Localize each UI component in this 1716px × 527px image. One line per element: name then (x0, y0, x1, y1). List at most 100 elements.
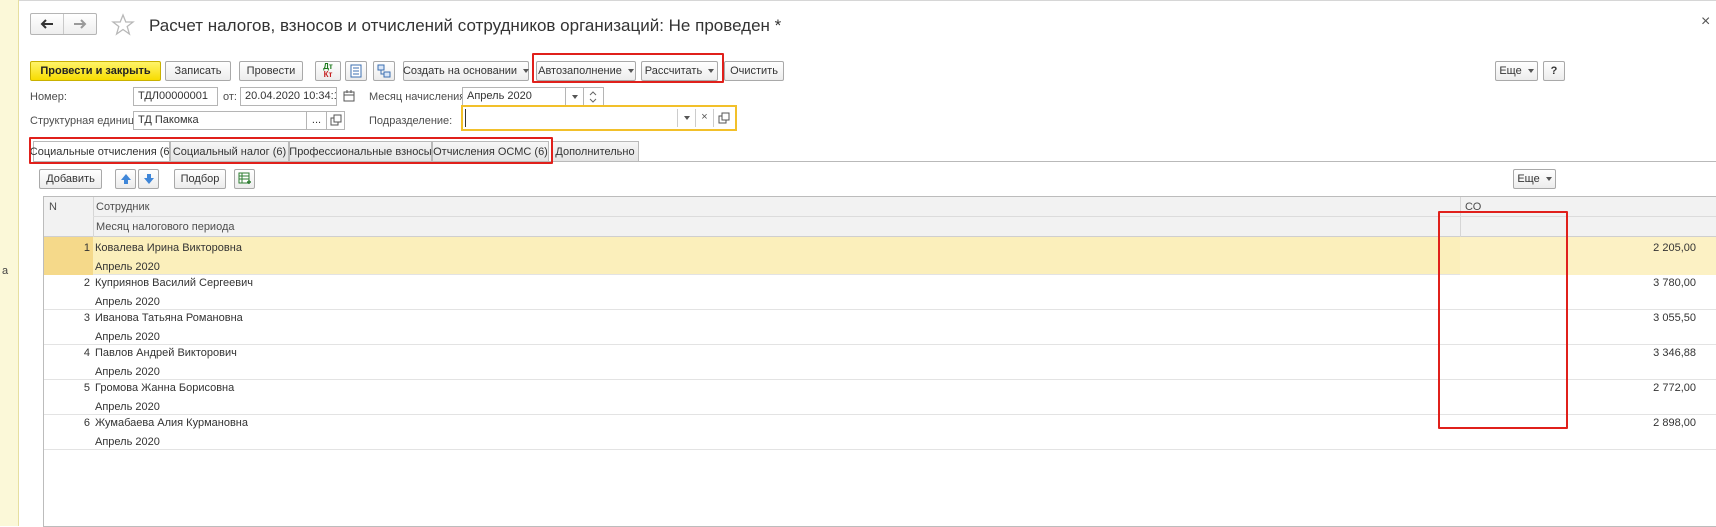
dt-kt-button[interactable]: Дт Кт (315, 61, 341, 81)
month-accrual-field[interactable]: Апрель 2020 (462, 87, 566, 106)
date-field[interactable]: 20.04.2020 10:34:12 (240, 87, 337, 106)
chevron-down-icon (1545, 177, 1552, 181)
tab-osms-contributions[interactable]: Отчисления ОСМС (6) (432, 141, 549, 161)
department-clear-button[interactable]: × (695, 109, 713, 127)
department-label: Подразделение: (369, 115, 453, 127)
table-add-icon (238, 172, 251, 184)
tab-social-tax[interactable]: Социальный налог (6) (170, 141, 289, 161)
open-window-icon (718, 112, 730, 124)
table-row[interactable]: 3 Иванова Татьяна Романовна Апрель 2020 … (44, 307, 1716, 345)
post-button[interactable]: Провести (239, 61, 303, 81)
spinner-arrows-icon (589, 91, 597, 103)
table-more-label: Еще (1517, 173, 1540, 185)
table-row[interactable]: 4 Павлов Андрей Викторович Апрель 2020 3… (44, 342, 1716, 380)
row-number: 1 (83, 242, 90, 254)
more-button[interactable]: Еще (1495, 61, 1538, 81)
back-button[interactable] (31, 14, 64, 34)
document-window: Расчет налогов, взносов и отчислений сот… (19, 0, 1716, 527)
arrow-left-icon (40, 19, 53, 29)
column-header-employee[interactable]: Сотрудник (96, 201, 149, 213)
structure-button[interactable] (373, 61, 395, 81)
calendar-icon (343, 90, 355, 102)
table-row[interactable]: 2 Куприянов Василий Сергеевич Апрель 202… (44, 272, 1716, 310)
fill-table-button[interactable] (234, 169, 255, 189)
row-number: 4 (83, 347, 90, 359)
selection-button[interactable]: Подбор (174, 169, 226, 189)
chevron-down-icon (571, 94, 578, 99)
department-open-button[interactable] (713, 109, 733, 127)
structural-unit-label: Структурная единица: (30, 115, 144, 127)
create-based-on-button[interactable]: Создать на основании (402, 61, 530, 81)
column-header-period[interactable]: Месяц налогового периода (96, 221, 235, 233)
header-divider-co (1460, 197, 1461, 237)
favorite-star-button[interactable] (111, 13, 135, 37)
structural-unit-select-button[interactable]: ... (307, 111, 327, 130)
row-co-value[interactable]: 2 205,00 (1464, 242, 1696, 254)
autofill-button[interactable]: Автозаполнение (536, 61, 636, 81)
table-row[interactable]: 6 Жумабаева Алия Курмановна Апрель 2020 … (44, 412, 1716, 450)
open-window-icon (330, 114, 342, 126)
row-employee[interactable]: Павлов Андрей Викторович (95, 347, 237, 359)
help-button[interactable]: ? (1543, 61, 1565, 81)
save-button[interactable]: Записать (165, 61, 231, 81)
forward-button[interactable] (64, 14, 96, 34)
side-panel-glyph: а (2, 265, 9, 277)
row-co-value[interactable]: 3 055,50 (1464, 312, 1696, 324)
calculate-label: Рассчитать (644, 65, 703, 77)
column-header-co[interactable]: СО (1465, 201, 1481, 213)
move-down-button[interactable] (138, 169, 159, 189)
kt-label: Кт (323, 70, 333, 79)
row-period[interactable]: Апрель 2020 (95, 436, 160, 448)
close-button[interactable]: × (1701, 13, 1710, 31)
clear-button[interactable]: Очистить (724, 61, 784, 81)
star-icon (111, 13, 135, 36)
tab-social-contributions[interactable]: Социальные отчисления (6) (30, 141, 173, 162)
column-header-n[interactable]: N (49, 201, 57, 213)
add-row-button[interactable]: Добавить (39, 169, 102, 189)
calculate-button[interactable]: Рассчитать (641, 61, 718, 81)
employees-table: N Сотрудник Месяц налогового периода СО … (43, 196, 1716, 527)
row-co-value[interactable]: 3 346,88 (1464, 347, 1696, 359)
department-dropdown-button[interactable] (677, 109, 695, 127)
row-employee[interactable]: Иванова Татьяна Романовна (95, 312, 243, 324)
tab-additional[interactable]: Дополнительно (551, 141, 639, 161)
row-employee[interactable]: Громова Жанна Борисовна (95, 382, 234, 394)
hierarchy-icon (377, 64, 391, 78)
number-field[interactable]: ТДЛ00000001 (133, 87, 218, 106)
table-row[interactable]: 1 Ковалева Ирина Викторовна Апрель 2020 … (44, 237, 1716, 275)
date-from-label: от: (223, 91, 237, 103)
department-field-frame: × (461, 105, 737, 131)
department-field[interactable] (465, 109, 675, 127)
arrow-up-icon (120, 174, 131, 184)
row-co-value[interactable]: 2 772,00 (1464, 382, 1696, 394)
report-button[interactable] (345, 61, 367, 81)
arrow-right-icon (74, 19, 87, 29)
row-co-value[interactable]: 3 780,00 (1464, 277, 1696, 289)
structural-unit-open-button[interactable] (327, 111, 345, 130)
move-up-button[interactable] (115, 169, 136, 189)
table-more-button[interactable]: Еще (1513, 169, 1556, 189)
table-row[interactable]: 5 Громова Жанна Борисовна Апрель 2020 2 … (44, 377, 1716, 415)
month-dropdown-button[interactable] (566, 87, 584, 106)
row-employee[interactable]: Жумабаева Алия Курмановна (95, 417, 248, 429)
row-number: 6 (83, 417, 90, 429)
page-title: Расчет налогов, взносов и отчислений сот… (149, 16, 782, 35)
post-and-close-button[interactable]: Провести и закрыть (30, 61, 161, 81)
tab-bottom-line (33, 161, 1716, 162)
autofill-label: Автозаполнение (538, 65, 622, 77)
header-divider-n (93, 197, 94, 237)
row-number: 3 (83, 312, 90, 324)
row-employee[interactable]: Куприянов Василий Сергеевич (95, 277, 253, 289)
chevron-down-icon (627, 69, 634, 73)
row-co-value[interactable]: 2 898,00 (1464, 417, 1696, 429)
calendar-button[interactable] (341, 87, 357, 106)
structural-unit-field[interactable]: ТД Пакомка (133, 111, 307, 130)
month-spinner[interactable] (584, 87, 604, 106)
tab-professional-contributions[interactable]: Профессиональные взносы (289, 141, 432, 161)
row-employee[interactable]: Ковалева Ирина Викторовна (95, 242, 242, 254)
chevron-down-icon (1527, 69, 1534, 73)
chevron-down-icon (708, 69, 715, 73)
document-list-icon (350, 64, 362, 78)
row-number: 2 (83, 277, 90, 289)
create-based-on-label: Создать на основании (402, 65, 518, 77)
